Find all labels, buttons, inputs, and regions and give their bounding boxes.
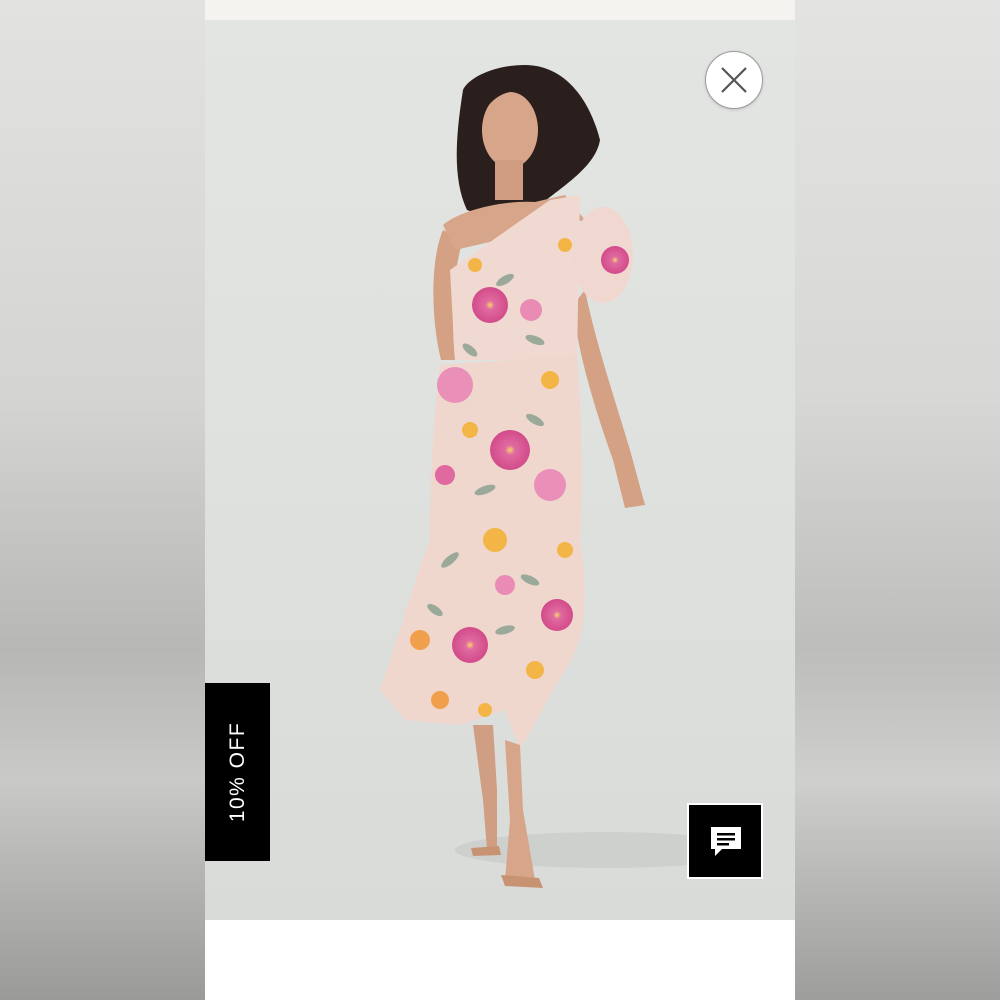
chat-bubble-icon — [711, 827, 741, 856]
blurred-backdrop-right — [795, 0, 1000, 1000]
discount-label: 10% OFF — [225, 721, 249, 823]
product-photo — [205, 20, 795, 920]
modal-footer-area — [205, 920, 795, 1000]
discount-tab[interactable]: 10% OFF — [205, 683, 270, 861]
chat-button[interactable] — [687, 803, 763, 879]
close-icon — [721, 67, 747, 93]
top-strip — [205, 0, 795, 20]
blurred-backdrop-left — [0, 0, 205, 1000]
popup-modal: 10% OFF — [205, 0, 795, 1000]
close-button[interactable] — [705, 51, 763, 109]
model-illustration — [380, 65, 755, 888]
